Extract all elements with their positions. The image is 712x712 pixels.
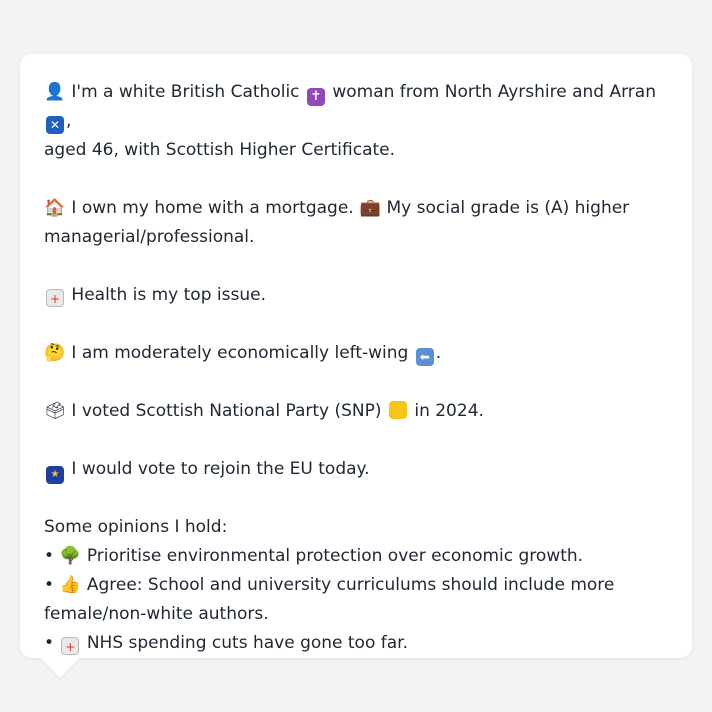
hospital-icon: + [61, 637, 80, 655]
age-education-line: aged 46, with Scottish Higher Certificat… [44, 140, 396, 160]
economic-line: 🤔 I am moderately economically left-wing… [44, 339, 668, 368]
opinion-text: Prioritise environmental protection over… [86, 546, 584, 566]
housing-line: 🏠 I own my home with a mortgage. 💼 My so… [44, 194, 668, 223]
bullet: • [44, 546, 55, 566]
identity-text-a: I'm a white British Catholic [71, 82, 300, 102]
top-issue-line: + Health is my top issue. [44, 281, 668, 310]
left-arrow-icon: ⬅ [415, 348, 434, 366]
economic-text-end: . [435, 343, 442, 363]
eu-flag-icon: ★ [46, 466, 64, 484]
vote-text: I voted Scottish National Party (SNP) [71, 401, 382, 421]
opinion-continued: female/non-white authors. [44, 604, 269, 624]
opinion-text: Agree: School and university curriculums… [86, 575, 615, 595]
identity-line: 👤 I'm a white British Catholic ✝ woman f… [44, 78, 668, 136]
bubble-tail [40, 658, 80, 678]
identity-text-b: woman from North Ayrshire and Arran [332, 82, 656, 102]
opinions-heading: Some opinions I hold: [44, 517, 228, 537]
hospital-icon: + [46, 289, 64, 307]
social-grade-continued: managerial/professional. [44, 227, 255, 247]
social-grade-text: My social grade is (A) higher [386, 198, 630, 218]
bullet: • [44, 575, 55, 595]
yellow-square-icon [388, 401, 407, 419]
list-item: • 👍 Agree: School and university curricu… [44, 571, 668, 600]
eu-text: I would vote to rejoin the EU today. [71, 459, 370, 479]
identity-text-c: , [66, 111, 72, 131]
message-bubble: 👤 I'm a white British Catholic ✝ woman f… [20, 54, 692, 658]
housing-text: I own my home with a mortgage. [71, 198, 354, 218]
latin-cross-icon: ✝ [306, 88, 325, 106]
vote-year-text: in 2024. [414, 401, 484, 421]
eu-line: ★ I would vote to rejoin the EU today. [44, 455, 668, 484]
ballot-box-icon: 🗳 [44, 401, 66, 421]
top-issue-text: Health is my top issue. [71, 285, 266, 305]
opinion-text: NHS spending cuts have gone too far. [86, 633, 409, 653]
list-item: • + NHS spending cuts have gone too far. [44, 629, 668, 658]
house-icon: 🏠 [44, 198, 66, 218]
list-item: • 🌳 Prioritise environmental protection … [44, 542, 668, 571]
economic-text: I am moderately economically left-wing [71, 343, 409, 363]
person-icon: 👤 [44, 82, 66, 102]
thinking-face-icon: 🤔 [44, 343, 66, 363]
bullet: • [44, 633, 55, 653]
tree-icon: 🌳 [59, 546, 82, 566]
briefcase-icon: 💼 [359, 198, 381, 218]
thumbs-up-icon: 👍 [59, 575, 82, 595]
vote-line: 🗳 I voted Scottish National Party (SNP) … [44, 397, 668, 426]
scotland-flag-icon: ✕ [46, 116, 64, 134]
